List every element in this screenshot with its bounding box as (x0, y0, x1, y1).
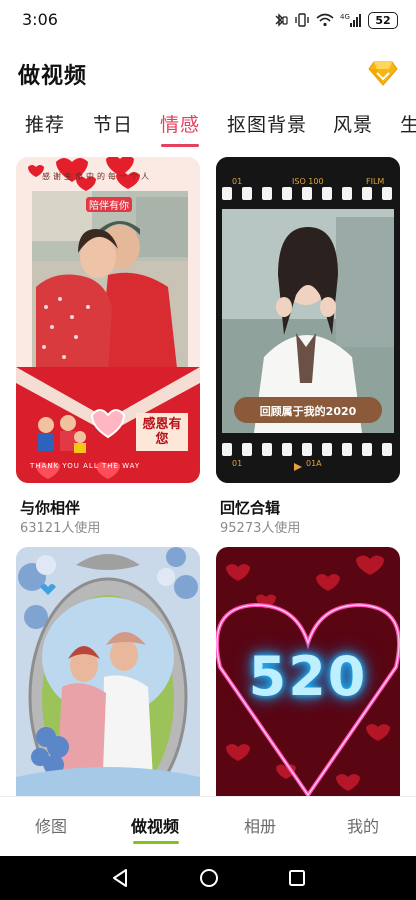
status-bar: 3:06 4G 52 (0, 0, 416, 40)
template-usage-count: 63121人使用 (20, 521, 101, 536)
back-icon[interactable] (110, 867, 130, 889)
nav-make-video[interactable]: 做视频 (131, 813, 179, 837)
status-time: 3:06 (22, 10, 58, 29)
template-title: 回忆合辑 (220, 499, 281, 517)
bottom-navigation: 修图 做视频 相册 我的 (0, 796, 416, 856)
nav-active-indicator (133, 841, 179, 844)
nav-edit-photo[interactable]: 修图 (35, 813, 67, 837)
template-card-mirror-frame[interactable] (16, 547, 200, 796)
bluetooth-battery-icon (275, 13, 288, 27)
battery-icon: 52 (368, 11, 398, 29)
tab-scenery[interactable]: 风景 (333, 110, 373, 137)
category-tabs: 推荐 节日 情感 抠图背景 风景 生 (0, 102, 416, 152)
tab-active-underline (161, 144, 199, 147)
wifi-icon (316, 13, 334, 27)
overlay-bottom-text: THANK YOU ALL THE WAY (30, 462, 141, 470)
diamond-icon[interactable] (368, 60, 398, 86)
film-label-top-right: FILM (366, 177, 385, 186)
template-title: 与你相伴 (20, 499, 81, 517)
recents-icon[interactable] (287, 867, 307, 889)
template-card-memories[interactable]: 01 ISO 100 FILM 回顾属于我的2020 01 01A (216, 157, 400, 483)
tab-recommend[interactable]: 推荐 (25, 110, 65, 137)
film-label-top-middle: ISO 100 (292, 177, 324, 186)
signal-4g-icon: 4G (340, 13, 361, 27)
status-icons: 4G 52 (272, 9, 398, 31)
film-label-top-left: 01 (232, 177, 243, 186)
overlay-banner-text: 陪伴有你 (86, 197, 132, 212)
tab-emotion[interactable]: 情感 (160, 110, 200, 137)
template-card-neon-520[interactable]: 520 (216, 547, 400, 796)
overlay-side-text: 感恩有您 (142, 417, 182, 447)
tab-holiday[interactable]: 节日 (93, 110, 133, 137)
vibrate-icon (295, 13, 309, 27)
neon-number-text: 520 (248, 645, 368, 708)
home-icon[interactable] (198, 867, 220, 889)
tab-cutout-background[interactable]: 抠图背景 (227, 110, 307, 137)
film-label-bottom-middle: 01A (306, 459, 322, 468)
template-thumbnail-mirror (16, 547, 200, 796)
film-caption: 回顾属于我的2020 (259, 405, 357, 418)
template-thumbnail-film (216, 157, 400, 483)
page-title: 做视频 (18, 64, 88, 89)
tab-life[interactable]: 生 (400, 110, 416, 137)
overlay-top-text: 感谢生命中的每一个人 (42, 172, 152, 181)
nav-album[interactable]: 相册 (244, 813, 276, 837)
system-navigation-bar (0, 856, 416, 900)
template-usage-count: 95273人使用 (220, 521, 301, 536)
template-card-with-you[interactable]: 感谢生命中的每一个人 陪伴有你 感恩有您 THANK YOU ALL THE W… (16, 157, 200, 483)
film-label-bottom-left: 01 (232, 459, 243, 468)
nav-mine[interactable]: 我的 (347, 813, 379, 837)
svg-text:4G: 4G (340, 13, 350, 21)
